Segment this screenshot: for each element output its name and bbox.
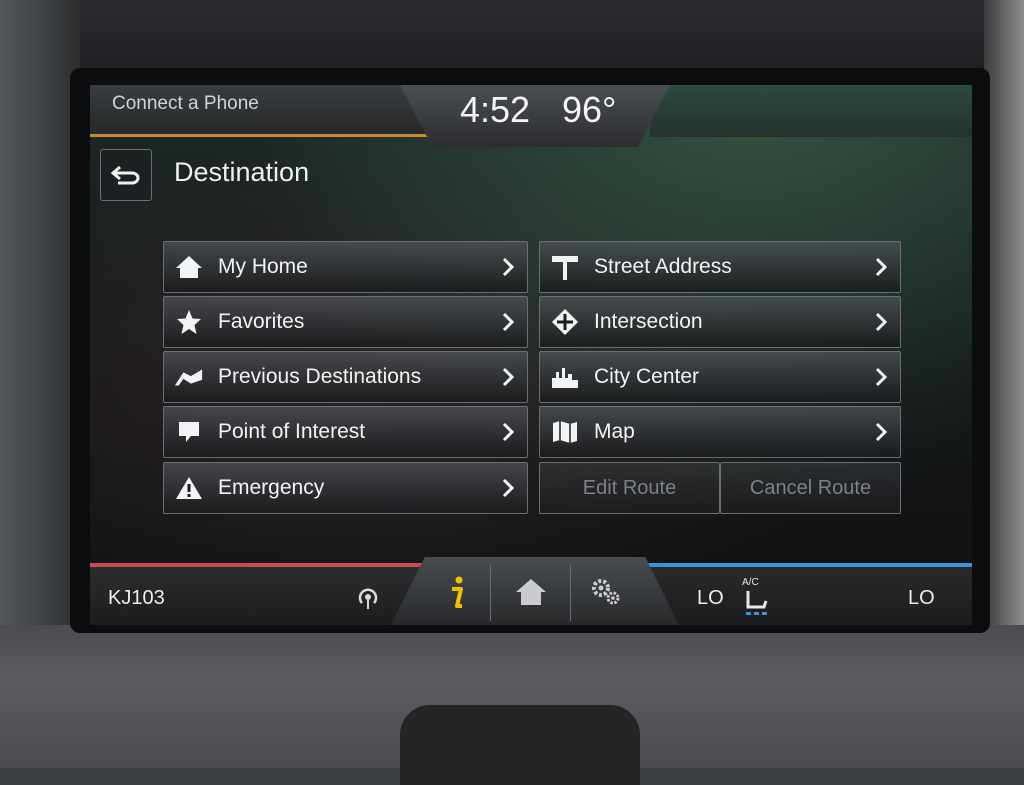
right-climate-setting[interactable]: LO: [908, 587, 935, 610]
speech-bubble-icon: [174, 417, 204, 447]
chevron-right-icon: [875, 312, 888, 332]
back-button[interactable]: [100, 149, 152, 201]
ac-label: A/C: [742, 577, 759, 588]
city-center-button[interactable]: City Center: [539, 351, 901, 403]
edit-route-button[interactable]: Edit Route: [539, 462, 720, 514]
left-climate-setting[interactable]: LO: [697, 587, 724, 610]
map-button[interactable]: Map: [539, 406, 901, 458]
chevron-right-icon: [502, 367, 515, 387]
street-sign-icon: [550, 252, 580, 282]
my-home-button[interactable]: My Home: [163, 241, 528, 293]
previous-destinations-label: Previous Destinations: [218, 365, 422, 388]
favorites-label: Favorites: [218, 310, 305, 333]
infotainment-screen: Connect a Phone 4:52 96° Destination My …: [90, 85, 972, 625]
back-arrow-icon: [110, 165, 140, 185]
previous-destinations-button[interactable]: Previous Destinations: [163, 351, 528, 403]
audio-panel[interactable]: KJ103: [90, 563, 430, 625]
info-icon[interactable]: [446, 575, 468, 611]
climate-panel[interactable]: LO A/C LO: [630, 563, 972, 625]
status-bar: Connect a Phone 4:52 96°: [90, 85, 972, 147]
city-icon: [550, 362, 580, 392]
edit-route-label: Edit Route: [582, 476, 677, 499]
chevron-right-icon: [502, 312, 515, 332]
intersection-icon: [550, 307, 580, 337]
chevron-right-icon: [502, 422, 515, 442]
page-title: Destination: [174, 157, 310, 187]
point-of-interest-label: Point of Interest: [218, 420, 366, 443]
chevron-right-icon: [502, 478, 515, 498]
intersection-label: Intersection: [594, 310, 703, 333]
chevron-right-icon: [875, 367, 888, 387]
radio-broadcast-icon[interactable]: [355, 585, 381, 611]
status-right-panel: [650, 85, 972, 137]
divider: [490, 565, 491, 621]
warning-icon: [174, 473, 204, 503]
street-address-button[interactable]: Street Address: [539, 241, 901, 293]
chevron-right-icon: [502, 257, 515, 277]
my-home-label: My Home: [218, 255, 308, 278]
clock: 4:52: [460, 89, 531, 130]
chevron-right-icon: [875, 422, 888, 442]
flag-icon: [174, 362, 204, 392]
street-address-label: Street Address: [594, 255, 732, 278]
emergency-label: Emergency: [218, 476, 325, 499]
intersection-button[interactable]: Intersection: [539, 296, 901, 348]
seat-climate-icon[interactable]: A/C: [738, 577, 774, 617]
emergency-button[interactable]: Emergency: [163, 462, 528, 514]
bottom-bar: KJ103 LO A/C LO: [90, 557, 972, 625]
favorites-button[interactable]: Favorites: [163, 296, 528, 348]
status-left-panel[interactable]: Connect a Phone: [90, 85, 435, 137]
divider: [570, 565, 571, 621]
map-label: Map: [594, 420, 635, 443]
map-icon: [550, 417, 580, 447]
cancel-route-button[interactable]: Cancel Route: [720, 462, 901, 514]
star-icon: [174, 307, 204, 337]
settings-gear-icon[interactable]: [590, 577, 622, 607]
city-center-label: City Center: [594, 365, 700, 388]
point-of-interest-button[interactable]: Point of Interest: [163, 406, 528, 458]
chevron-right-icon: [875, 257, 888, 277]
control-knob: [400, 705, 640, 785]
cancel-route-label: Cancel Route: [749, 476, 872, 499]
clock-tab: [400, 85, 670, 147]
house-icon: [174, 252, 204, 282]
radio-station[interactable]: KJ103: [108, 587, 165, 610]
home-icon[interactable]: [514, 577, 548, 607]
outside-temperature: 96°: [562, 89, 617, 130]
connect-phone-label[interactable]: Connect a Phone: [112, 93, 259, 115]
